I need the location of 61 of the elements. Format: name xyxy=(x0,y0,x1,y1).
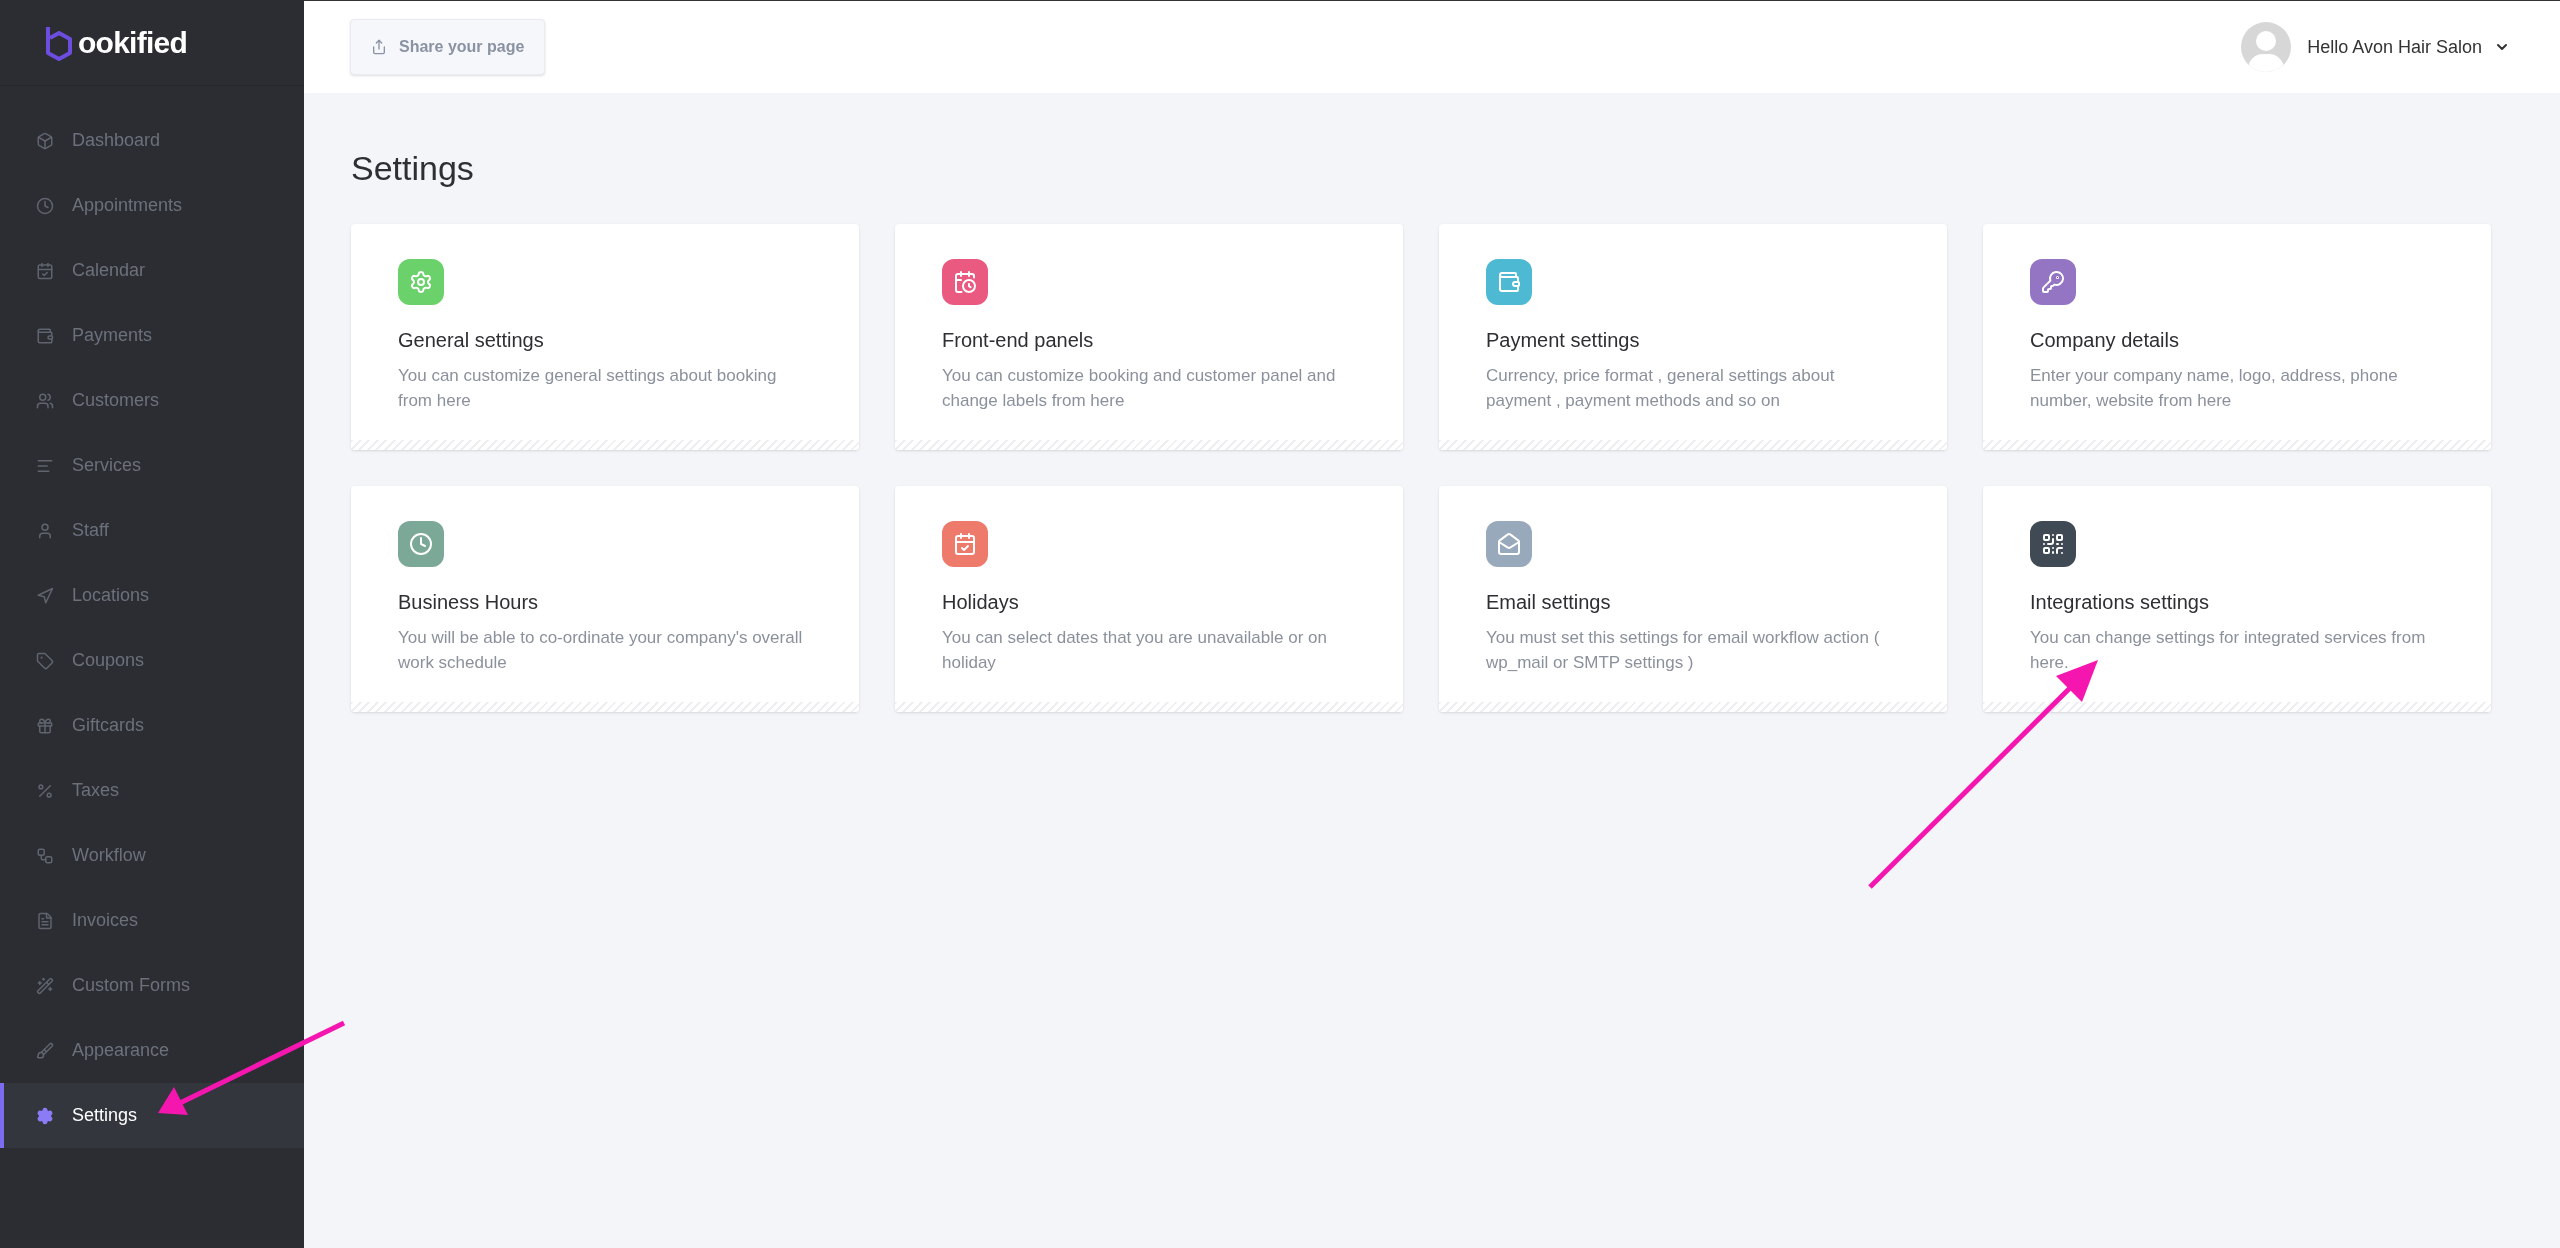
document-icon xyxy=(36,911,54,930)
card-title: Email settings xyxy=(1486,590,1612,615)
sidebar-item[interactable]: Payments xyxy=(0,303,304,368)
card-description: You can customize general settings about booking from here xyxy=(398,365,778,412)
sidebar-item[interactable]: Staff xyxy=(0,498,304,563)
wallet-icon xyxy=(36,326,54,345)
settings-card[interactable]: Payment settings Currency, price format , general settings about payment , payment methods and so on xyxy=(1439,224,1947,450)
card-description: You will be able to co-ordinate your company's overall work schedule xyxy=(398,627,804,674)
page-title: Settings xyxy=(351,148,475,189)
card-title: Payment settings xyxy=(1486,328,1641,353)
tag-icon xyxy=(36,651,54,670)
brush-icon xyxy=(36,1041,54,1060)
card-description: You must set this settings for email workflow action ( wp_mail or SMTP settings ) xyxy=(1486,627,1881,674)
settings-icon xyxy=(36,1106,54,1125)
card-title: Integrations settings xyxy=(2030,590,2210,615)
card-description: You can change settings for integrated services from here. xyxy=(2030,627,2427,674)
share-icon xyxy=(371,39,387,55)
sidebar-item[interactable]: Giftcards xyxy=(0,693,304,758)
sidebar-item[interactable]: Appearance xyxy=(0,1018,304,1083)
card-description: You can select dates that you are unavailable or on holiday xyxy=(942,627,1328,674)
card-title: General settings xyxy=(398,328,545,353)
user-menu-button[interactable]: Hello Avon Hair Salon xyxy=(2307,33,2510,61)
sidebar-item[interactable]: Taxes xyxy=(0,758,304,823)
percent-icon xyxy=(36,781,54,800)
sidebar-item[interactable]: Invoices xyxy=(0,888,304,953)
sidebar-item[interactable]: Appointments xyxy=(0,173,304,238)
cube-icon xyxy=(36,131,54,150)
user-icon xyxy=(36,521,54,540)
settings-card[interactable]: Business Hours You will be able to co-ordinate your company's overall work schedule xyxy=(351,486,859,712)
settings-card[interactable]: Company details Enter your company name, logo, address, phone number, website from here xyxy=(1983,224,2491,450)
settings-card[interactable]: Integrations settings You can change settings for integrated services from here. xyxy=(1983,486,2491,712)
card-title: Business Hours xyxy=(398,590,540,615)
gift-icon xyxy=(36,716,54,735)
card-title: Front-end panels xyxy=(942,328,1095,353)
settings-card[interactable]: General settings You can customize general settings about booking from here xyxy=(351,224,859,450)
settings-card[interactable]: Front-end panels You can customize booking and customer panel and change labels from here xyxy=(895,224,1403,450)
card-description: Currency, price format , general settings about payment , payment methods and so on xyxy=(1486,365,1836,412)
logo-icon xyxy=(44,24,74,61)
card-title: Company details xyxy=(2030,328,2180,353)
sidebar-item[interactable]: Calendar xyxy=(0,238,304,303)
card-description: Enter your company name, logo, address, phone number, website from here xyxy=(2030,365,2399,412)
card-title: Holidays xyxy=(942,590,1020,615)
wand-icon xyxy=(36,976,54,995)
settings-card[interactable]: Email settings You must set this settings for email workflow action ( wp_mail or SMTP settings ) xyxy=(1439,486,1947,712)
sidebar-item[interactable]: Custom Forms xyxy=(0,953,304,1018)
sidebar-item[interactable]: Settings xyxy=(0,1083,304,1148)
share-button[interactable]: Share your page xyxy=(350,19,546,75)
calendar-icon xyxy=(36,261,54,280)
sidebar-item[interactable]: Locations xyxy=(0,563,304,628)
sidebar-item[interactable]: Dashboard xyxy=(0,108,304,173)
card-description: You can customize booking and customer panel and change labels from here xyxy=(942,365,1337,412)
workflow-icon xyxy=(36,846,54,865)
navigation-icon xyxy=(36,586,54,605)
logo-text: ookified xyxy=(78,25,187,61)
clock-icon xyxy=(36,196,54,215)
sidebar-item[interactable]: Customers xyxy=(0,368,304,433)
sidebar-item[interactable]: Services xyxy=(0,433,304,498)
settings-card[interactable]: Holidays You can select dates that you are unavailable or on holiday xyxy=(895,486,1403,712)
users-icon xyxy=(36,391,54,410)
sidebar-item[interactable]: Coupons xyxy=(0,628,304,693)
sidebar-item[interactable]: Workflow xyxy=(0,823,304,888)
